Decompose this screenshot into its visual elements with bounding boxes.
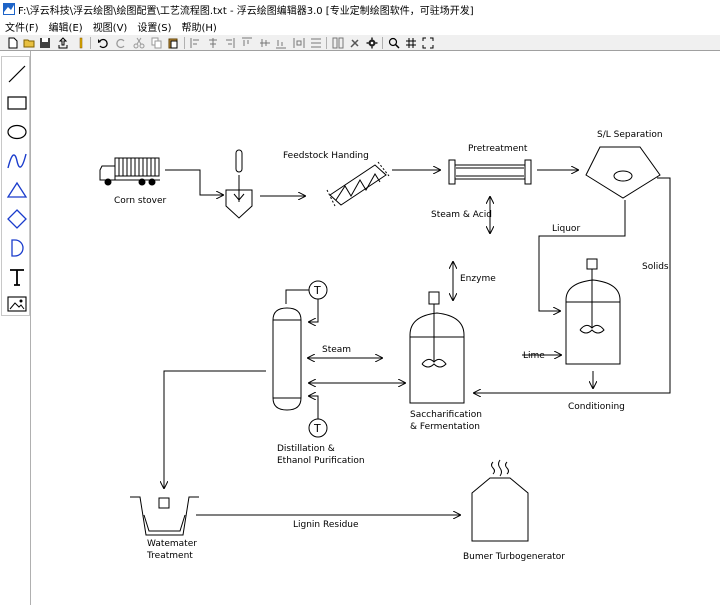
screw-conveyor[interactable]	[326, 161, 390, 207]
distribute-v-icon[interactable]	[309, 36, 323, 50]
label-lime: Lime	[523, 351, 545, 361]
label-liquor: Liquor	[552, 224, 580, 234]
label-t-top: T	[313, 284, 321, 297]
app-logo-icon	[3, 3, 15, 15]
flow-truck-mixer[interactable]	[165, 169, 223, 195]
label-enzyme: Enzyme	[460, 274, 496, 284]
image-tool-icon[interactable]	[4, 291, 29, 317]
label-burner-turbogenerator: Bumer Turbogenerator	[463, 552, 565, 562]
curve-tool-icon[interactable]	[4, 148, 29, 174]
label-sl-separation: S/L Separation	[597, 130, 663, 140]
align-bottom-icon[interactable]	[274, 36, 288, 50]
label-ethanol-purification: Ethanol Purification	[277, 456, 365, 466]
drawing-canvas[interactable]: Corn stover Feedstock Handing Pretreatme…	[32, 51, 720, 605]
process-flow-diagram: Corn stover Feedstock Handing Pretreatme…	[99, 130, 671, 562]
label-corn-stover: Corn stover	[114, 196, 166, 206]
save-icon[interactable]	[38, 36, 52, 50]
grid-icon[interactable]	[404, 36, 418, 50]
fit-icon[interactable]	[421, 36, 435, 50]
label-lignin-residue: Lignin Residue	[293, 520, 359, 530]
rectangle-tool-icon[interactable]	[4, 90, 29, 116]
label-treatment: Treatment	[146, 551, 193, 561]
copy-icon[interactable]	[150, 36, 164, 50]
distribute-h-icon[interactable]	[292, 36, 306, 50]
label-t-bottom: T	[313, 422, 321, 435]
zoom-icon[interactable]	[387, 36, 401, 50]
truck-icon[interactable]	[99, 157, 160, 186]
wastewater-basin[interactable]	[130, 496, 199, 536]
burner-turbogenerator[interactable]	[471, 459, 529, 542]
menu-view[interactable]: 视图(V)	[88, 19, 133, 34]
menu-edit[interactable]: 编辑(E)	[44, 19, 88, 34]
open-folder-icon[interactable]	[22, 36, 36, 50]
undo-icon[interactable]	[96, 36, 110, 50]
label-steam: Steam	[322, 345, 351, 355]
align-center-icon[interactable]	[206, 36, 220, 50]
toolbar	[0, 34, 720, 51]
ellipse-tool-icon[interactable]	[4, 119, 29, 145]
paste-icon[interactable]	[166, 36, 180, 50]
align-right-icon[interactable]	[222, 36, 236, 50]
pencil-icon[interactable]	[74, 36, 88, 50]
label-feedstock-handing: Feedstock Handing	[283, 151, 369, 161]
align-top-icon[interactable]	[240, 36, 254, 50]
text-tool-icon[interactable]	[4, 264, 29, 290]
title-bar: F:\浮云科技\浮云绘图\绘图配置\工艺流程图.txt - 浮云绘图编辑器3.0…	[0, 0, 720, 18]
label-saccharification: Saccharification	[410, 410, 482, 420]
cut-icon[interactable]	[132, 36, 146, 50]
label-steam-acid: Steam & Acid	[431, 210, 492, 220]
menu-file[interactable]: 文件(F)	[0, 19, 44, 34]
redo-icon[interactable]	[114, 36, 128, 50]
label-solids: Solids	[642, 262, 669, 272]
label-conditioning: Conditioning	[568, 402, 625, 412]
label-pretreatment: Pretreatment	[468, 144, 528, 154]
window-title: F:\浮云科技\浮云绘图\绘图配置\工艺流程图.txt - 浮云绘图编辑器3.0…	[18, 5, 474, 17]
conditioning-tank[interactable]	[565, 258, 621, 365]
half-circle-tool-icon[interactable]	[4, 235, 29, 261]
line-tool-icon[interactable]	[4, 61, 29, 87]
menu-help[interactable]: 帮助(H)	[177, 19, 222, 34]
distillation-column[interactable]	[272, 307, 302, 411]
tools-icon[interactable]	[348, 36, 362, 50]
align-middle-icon[interactable]	[258, 36, 272, 50]
diamond-tool-icon[interactable]	[4, 206, 29, 232]
triangle-tool-icon[interactable]	[4, 177, 29, 203]
new-file-icon[interactable]	[6, 36, 20, 50]
settings-gear-icon[interactable]	[365, 36, 379, 50]
hopper-mixer[interactable]	[225, 149, 253, 219]
menu-bar: 文件(F) 编辑(E) 视图(V) 设置(S) 帮助(H)	[0, 18, 720, 34]
align-left-icon[interactable]	[189, 36, 203, 50]
tool-palette	[0, 51, 31, 605]
shape-tools	[1, 56, 30, 316]
label-wastewater: Watemater	[147, 539, 197, 549]
label-distillation: Distillation &	[277, 444, 335, 454]
flow-column-wastewater[interactable]	[164, 370, 266, 488]
label-fermentation: & Fermentation	[410, 422, 480, 432]
sl-separator[interactable]	[585, 146, 661, 199]
menu-settings[interactable]: 设置(S)	[132, 19, 176, 34]
fermentation-tank[interactable]	[409, 291, 465, 404]
export-icon[interactable]	[56, 36, 70, 50]
pretreatment-reactor[interactable]	[448, 159, 532, 185]
same-size-icon[interactable]	[331, 36, 345, 50]
